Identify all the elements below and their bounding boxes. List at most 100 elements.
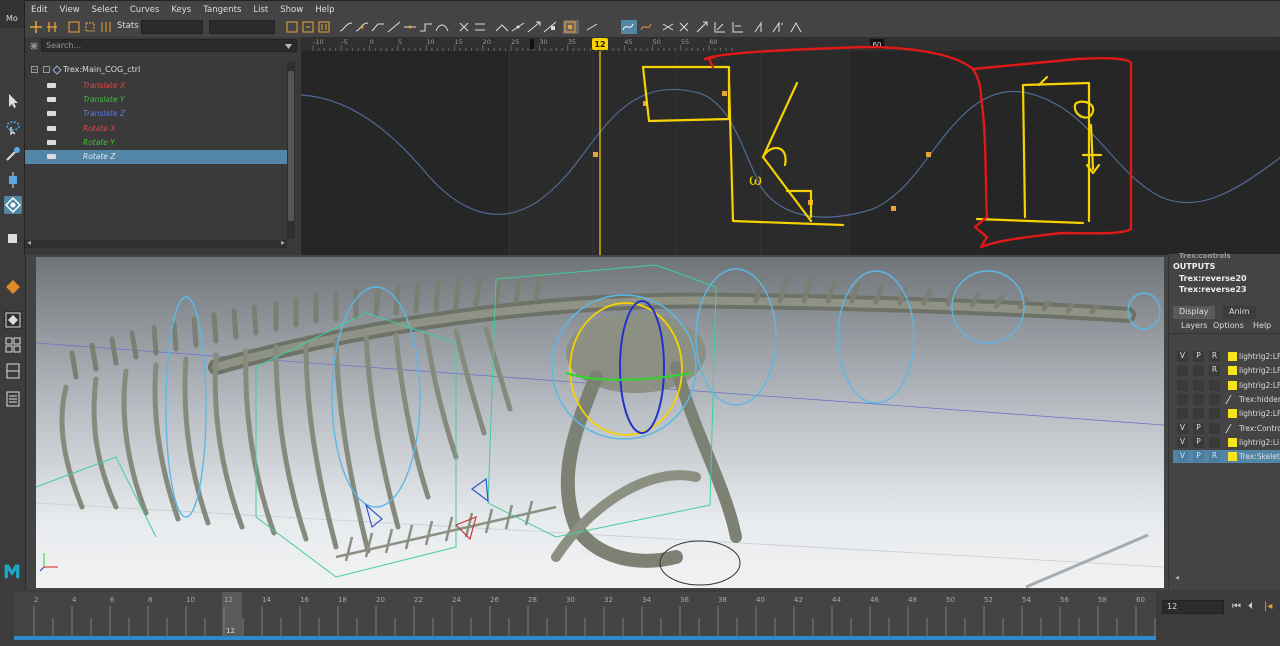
layer-toggle-p[interactable]: P — [1193, 451, 1204, 463]
layer-no-color-icon[interactable] — [1225, 423, 1240, 433]
expand-icon[interactable] — [43, 66, 50, 73]
display-layer-row[interactable]: V P Rlightrig2:LF — [1173, 350, 1280, 363]
move-tool-icon[interactable] — [4, 171, 22, 189]
frame-playback-icon[interactable] — [317, 20, 331, 34]
layer-no-color-icon[interactable] — [1225, 394, 1240, 404]
outliner-view-icon[interactable] — [4, 390, 22, 408]
lock-weight-icon[interactable] — [543, 20, 557, 34]
menu-tangents[interactable]: Tangents — [203, 5, 241, 15]
scale-tool-icon[interactable] — [4, 229, 22, 247]
layer-toggle-r[interactable] — [1209, 393, 1220, 405]
free-weight-icon[interactable] — [527, 20, 541, 34]
four-view-icon[interactable] — [4, 336, 22, 354]
outliner-channel-row[interactable]: Rotate Y — [25, 136, 287, 150]
buffer-curve-icon[interactable] — [457, 20, 471, 34]
paint-select-tool-icon[interactable] — [4, 145, 22, 163]
move-key-icon[interactable] — [29, 20, 43, 34]
value-snap-icon[interactable] — [585, 20, 599, 34]
auto-tangent-icon[interactable] — [339, 20, 353, 34]
select-tool-icon[interactable] — [4, 92, 22, 110]
layer-toggle-v[interactable] — [1177, 379, 1188, 391]
menu-list[interactable]: List — [253, 5, 268, 15]
layer-toggle-r[interactable] — [1209, 422, 1220, 434]
menu-help[interactable]: Help — [315, 5, 334, 15]
layer-toggle-p[interactable] — [1193, 393, 1204, 405]
layer-toggle-p[interactable]: P — [1193, 422, 1204, 434]
layer-toggle-v[interactable]: V — [1177, 436, 1188, 448]
curve-tool-5-icon[interactable] — [731, 20, 745, 34]
split-view-icon[interactable] — [4, 362, 22, 380]
output-item-1[interactable]: Trex:reverse20 — [1179, 274, 1247, 283]
layer-color-swatch[interactable] — [1228, 437, 1237, 447]
menu-show[interactable]: Show — [280, 5, 303, 15]
curve-tool-7-icon[interactable] — [771, 20, 785, 34]
layer-toggle-v[interactable] — [1177, 408, 1188, 420]
plateau-tangent-icon[interactable] — [435, 20, 449, 34]
collapse-icon[interactable]: − — [31, 66, 38, 73]
outliner-horizontal-scrollbar[interactable]: ◂ ▸ — [25, 238, 287, 248]
auto-load-icon[interactable] — [621, 20, 637, 34]
scroll-right-icon[interactable]: ▸ — [281, 238, 285, 247]
search-dropdown-icon[interactable] — [285, 44, 292, 49]
menu-curves[interactable]: Curves — [130, 5, 160, 15]
display-layer-row[interactable]: lightrig2:LF — [1173, 407, 1280, 420]
single-view-icon[interactable] — [4, 311, 22, 329]
outliner-root-node[interactable]: − Trex:Main_COG_ctrl — [25, 63, 287, 77]
layers-menu[interactable]: Layers — [1181, 321, 1207, 330]
break-tangent-icon[interactable] — [495, 20, 509, 34]
layer-toggle-r[interactable]: R — [1209, 451, 1220, 463]
layer-toggle-v[interactable]: V — [1177, 351, 1188, 362]
spline-tangent-icon[interactable] — [355, 20, 369, 34]
menu-keys[interactable]: Keys — [171, 5, 191, 15]
curve-tool-3-icon[interactable] — [695, 20, 709, 34]
outliner-vertical-scrollbar[interactable] — [287, 61, 295, 239]
current-frame-field[interactable]: 12 — [1162, 600, 1224, 614]
outliner-channel-row[interactable]: Rotate X — [25, 122, 287, 136]
insert-key-icon[interactable] — [45, 20, 59, 34]
step-back-key-icon[interactable]: |◂ — [1264, 601, 1274, 613]
time-slider-track[interactable]: 2 4 6 8 10 12 14 16 18 20 22 24 26 28 30 32 34 36 38 40 42 44… — [14, 592, 1156, 640]
frame-all-icon[interactable] — [285, 20, 299, 34]
outliner-channel-row[interactable]: Translate Y — [25, 93, 287, 107]
output-item-2[interactable]: Trex:reverse23 — [1179, 285, 1247, 294]
menu-edit[interactable]: Edit — [31, 5, 47, 15]
clamped-tangent-icon[interactable] — [371, 20, 385, 34]
unify-tangent-icon[interactable] — [511, 20, 525, 34]
display-layer-row[interactable]: Rlightrig2:LF — [1173, 364, 1280, 377]
isolate-curve-icon[interactable] — [639, 20, 653, 34]
display-layer-row[interactable]: lightrig2:LF — [1173, 379, 1280, 392]
layer-toggle-v[interactable] — [1177, 365, 1188, 377]
outliner-channel-row[interactable]: Rotate Z — [25, 150, 287, 164]
help-menu[interactable]: Help — [1253, 321, 1271, 330]
layer-toggle-p[interactable]: P — [1193, 351, 1204, 362]
outliner-search-input[interactable]: Search... — [41, 39, 297, 52]
region-tool-icon[interactable] — [83, 20, 97, 34]
layer-color-swatch[interactable] — [1228, 409, 1237, 419]
scroll-left-icon[interactable]: ◂ — [1175, 573, 1179, 582]
tab-anim[interactable]: Anim — [1223, 306, 1256, 319]
go-to-start-icon[interactable]: ⏮ — [1232, 601, 1242, 613]
layer-toggle-v[interactable]: V — [1177, 451, 1188, 463]
layer-toggle-p[interactable]: P — [1193, 436, 1204, 448]
curve-tool-2-icon[interactable] — [677, 20, 691, 34]
lasso-tool-icon[interactable] — [4, 118, 22, 136]
curve-tool-6-icon[interactable] — [753, 20, 767, 34]
menu-select[interactable]: Select — [92, 5, 118, 15]
viewport-3d[interactable] — [36, 257, 1164, 588]
frame-selection-icon[interactable] — [301, 20, 315, 34]
outliner-channel-row[interactable]: Translate Z — [25, 107, 287, 121]
display-layer-row[interactable]: V Plightrig2:Li — [1173, 436, 1280, 449]
layer-color-swatch[interactable] — [1228, 452, 1237, 462]
outliner-channel-row[interactable]: Translate X — [25, 79, 287, 93]
layer-toggle-r[interactable] — [1209, 436, 1220, 448]
menu-view[interactable]: View — [59, 5, 79, 15]
layer-toggle-v[interactable]: V — [1177, 422, 1188, 434]
lattice-deform-icon[interactable] — [67, 20, 81, 34]
stats-field-2[interactable] — [209, 20, 275, 34]
layer-toggle-r[interactable] — [1209, 408, 1220, 420]
step-back-icon[interactable]: ⏴ — [1248, 601, 1258, 613]
layer-toggle-p[interactable] — [1193, 365, 1204, 377]
rotate-tool-icon[interactable] — [4, 196, 22, 214]
stats-field-1[interactable] — [141, 20, 203, 34]
tab-display[interactable]: Display — [1173, 306, 1215, 319]
